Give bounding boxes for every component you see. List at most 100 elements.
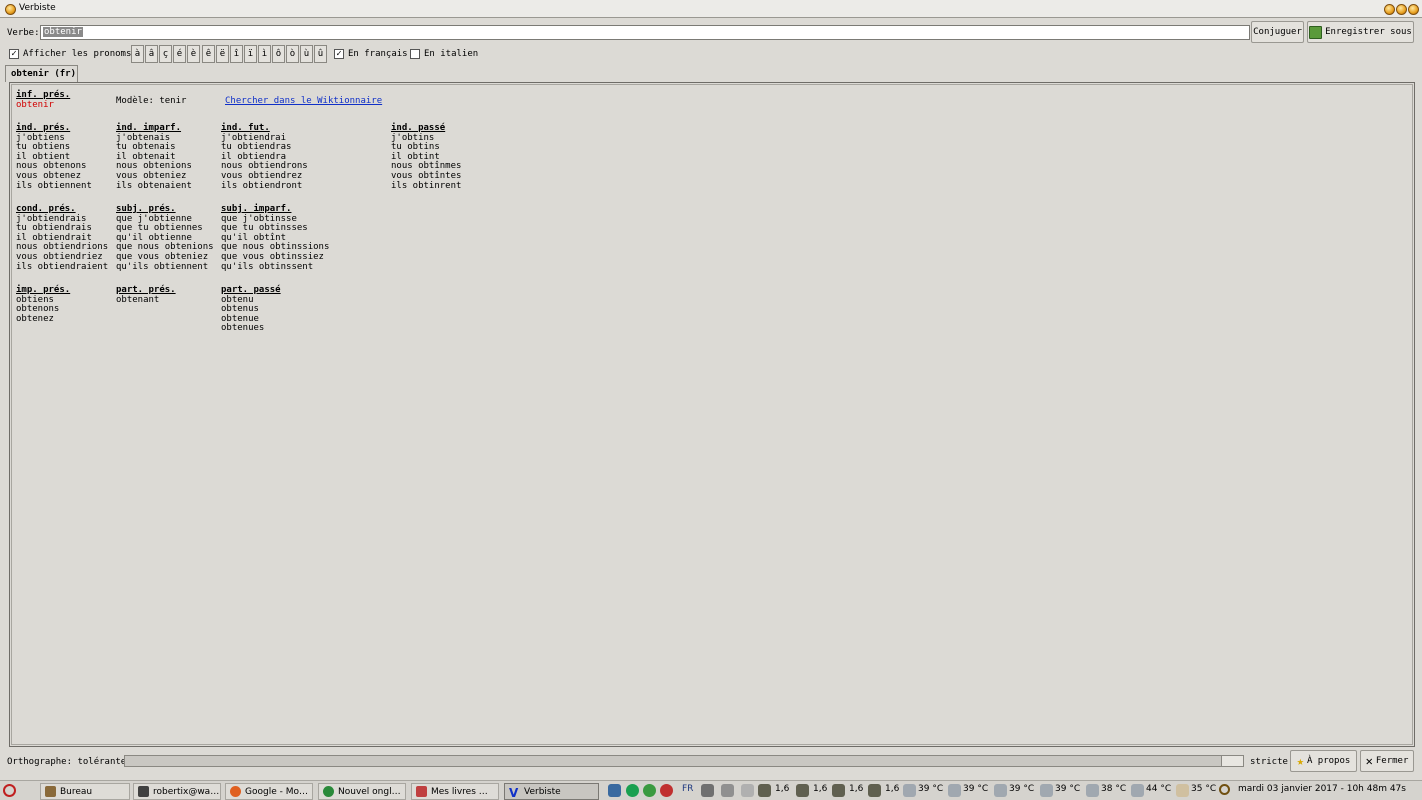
ind-imparf-block: ind. imparf. j'obtenais tu obtenais il obte… (116, 123, 192, 191)
accent-button[interactable]: î (230, 45, 243, 63)
conjugated-form: ils obtenaient (116, 180, 192, 191)
cpu-icon (832, 784, 845, 797)
temp-5: 38 °C (1101, 784, 1127, 794)
sensor-icon (1040, 784, 1053, 797)
close-x-icon: ✕ (1365, 754, 1373, 768)
conjugated-form: obtenant (116, 294, 160, 305)
temp-1: 39 °C (918, 784, 944, 794)
accent-button[interactable]: é (173, 45, 186, 63)
accent-button[interactable]: à (131, 45, 144, 63)
cond-pres-block: cond. prés. j'obtiendrais tu obtiendrais il… (16, 204, 109, 272)
alarm-clock-icon[interactable] (660, 784, 673, 797)
task-verbiste[interactable]: V Verbiste (504, 783, 599, 800)
verb-input-value: obtenir (43, 27, 83, 37)
taskbar: Bureau robertix@wa… Google - Mo… Nouvel … (0, 780, 1422, 800)
accent-button[interactable]: ô (272, 45, 285, 63)
books-icon (416, 786, 427, 797)
star-icon: ★ (1296, 754, 1304, 768)
chrome-tray-icon[interactable] (643, 784, 656, 797)
task-chrome[interactable]: Nouvel ongl… (318, 783, 406, 800)
subj-imparf-block: subj. imparf. que j'obtinsse que tu obtins… (221, 204, 329, 272)
firefox-icon (230, 786, 241, 797)
french-checkbox[interactable]: ✓ (334, 49, 344, 59)
app-menu-icon[interactable] (5, 4, 16, 15)
maximize-icon[interactable] (1396, 4, 1407, 15)
infinitive-block: inf. prés. obtenir (16, 90, 70, 110)
about-button[interactable]: ★ À propos (1290, 750, 1357, 772)
accent-button[interactable]: ç (159, 45, 172, 63)
cpu-freq-4: 1,6 (885, 784, 900, 794)
spelling-slider[interactable] (124, 755, 1244, 767)
verb-input[interactable]: obtenir (40, 25, 1250, 40)
accent-button[interactable]: ì (258, 45, 271, 63)
slider-thumb[interactable] (1221, 756, 1243, 766)
verb-label: Verbe: (7, 28, 40, 38)
printer-icon[interactable] (741, 784, 754, 797)
conjugated-form: obtenues (221, 323, 265, 334)
conjugated-form: obtenez (16, 313, 54, 324)
accent-button[interactable]: è (187, 45, 200, 63)
save-as-button[interactable]: Enregistrer sous (1307, 21, 1414, 43)
minimize-icon[interactable] (1384, 4, 1395, 15)
chrome-icon (323, 786, 334, 797)
magnifier-icon[interactable] (1219, 784, 1230, 795)
clock: mardi 03 janvier 2017 - 10h 48m 47s (1238, 784, 1406, 794)
task-bureau[interactable]: Bureau (40, 783, 130, 800)
window-titlebar: Verbiste (0, 0, 1422, 18)
infinitive-value: obtenir (16, 99, 54, 110)
conjugate-button[interactable]: Conjuguer (1251, 21, 1304, 43)
debian-menu-icon[interactable] (3, 784, 16, 797)
wiktionary-link[interactable]: Chercher dans le Wiktionnaire (225, 96, 382, 106)
cpu-freq-1: 1,6 (775, 784, 790, 794)
sensor-icon (1176, 784, 1189, 797)
accent-button[interactable]: û (314, 45, 327, 63)
keyboard-layout[interactable]: FR (682, 784, 693, 794)
accent-button[interactable]: ë (216, 45, 229, 63)
ind-pres-block: ind. prés. j'obtiens tu obtiens il obtient n… (16, 123, 92, 191)
cpu-icon (868, 784, 881, 797)
volume-icon[interactable] (701, 784, 714, 797)
task-terminal[interactable]: robertix@wa… (133, 783, 221, 800)
conjugated-form: ils obtiendront (221, 180, 303, 191)
temp-7: 35 °C (1191, 784, 1217, 794)
temp-3: 39 °C (1009, 784, 1035, 794)
verbiste-icon: V (509, 786, 519, 800)
search-tray-icon[interactable] (721, 784, 734, 797)
terminal-icon (138, 786, 149, 797)
task-firefox[interactable]: Google - Mo… (225, 783, 313, 800)
italian-label: En italien (424, 49, 479, 59)
window-title: Verbiste (19, 3, 56, 13)
part-passe-block: part. passé obtenu obtenus obtenue obtenues (221, 285, 281, 334)
chat-icon[interactable] (626, 784, 639, 797)
cpu-freq-3: 1,6 (849, 784, 864, 794)
temp-2: 39 °C (963, 784, 989, 794)
cpu-icon (796, 784, 809, 797)
task-books[interactable]: Mes livres … (411, 783, 499, 800)
accent-button[interactable]: ù (300, 45, 313, 63)
strict-label: stricte (1250, 757, 1288, 767)
accent-button[interactable]: ï (244, 45, 257, 63)
folder-icon (45, 786, 56, 797)
sensor-icon (948, 784, 961, 797)
conjugated-form: ils obtiennent (16, 180, 92, 191)
save-icon (1309, 25, 1323, 39)
tab-obtenir-fr[interactable]: obtenir (fr) (5, 65, 78, 82)
italian-checkbox[interactable] (410, 49, 420, 59)
user-icon[interactable] (608, 784, 621, 797)
sensor-icon (1086, 784, 1099, 797)
conjugated-form: ils obtiendraient (16, 261, 109, 272)
temp-4: 39 °C (1055, 784, 1081, 794)
ind-fut-block: ind. fut. j'obtiendrai tu obtiendras il obt… (221, 123, 308, 191)
accent-button[interactable]: ò (286, 45, 299, 63)
accent-button[interactable]: â (145, 45, 158, 63)
sensor-icon (994, 784, 1007, 797)
accent-button[interactable]: ê (202, 45, 215, 63)
close-button[interactable]: ✕ Fermer (1360, 750, 1414, 772)
sensor-icon (1131, 784, 1144, 797)
conjugated-form: ils obtinrent (391, 180, 462, 191)
conjugated-form: qu'ils obtinssent (221, 261, 314, 272)
show-pronouns-checkbox[interactable]: ✓ (9, 49, 19, 59)
sensor-icon (903, 784, 916, 797)
subj-pres-block: subj. prés. que j'obtienne que tu obtienne… (116, 204, 214, 272)
close-window-icon[interactable] (1408, 4, 1419, 15)
